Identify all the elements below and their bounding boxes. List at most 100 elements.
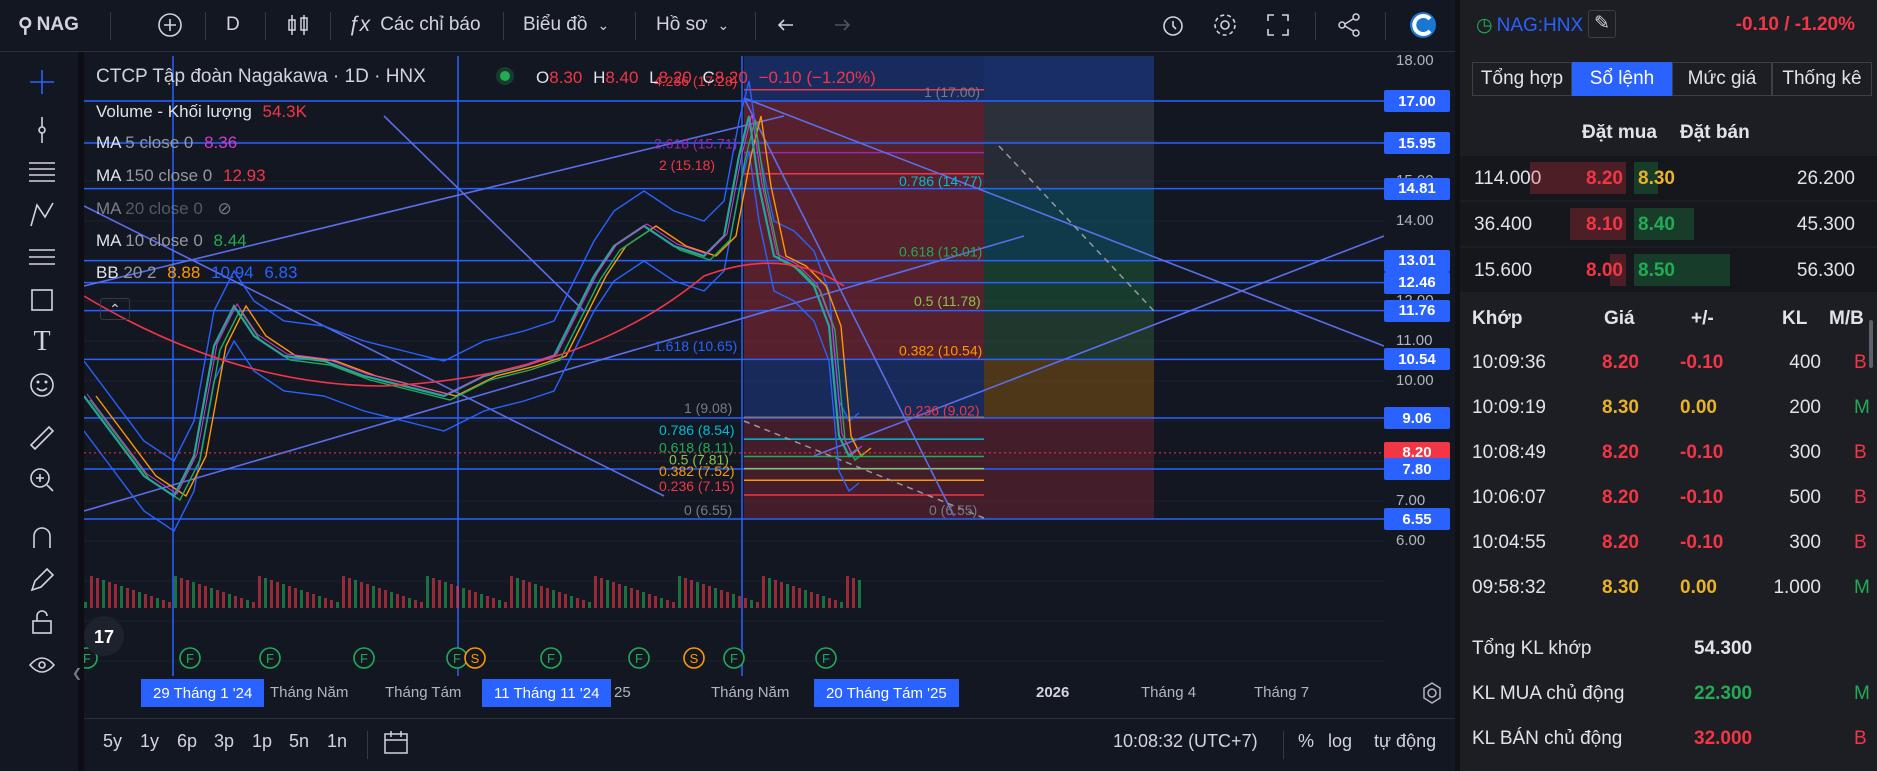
redo-button[interactable]: [826, 0, 852, 50]
summary-label: KL BÁN chủ động: [1472, 728, 1623, 749]
range-1d-button[interactable]: 1n: [327, 731, 347, 752]
volume-bar: [90, 576, 93, 608]
ohlc-low: 8.20: [658, 68, 692, 87]
volume-bar: [210, 588, 213, 608]
fullscreen-button[interactable]: [1265, 0, 1291, 50]
indicator-legend-ma5[interactable]: MA 5 close 0 8.36: [96, 133, 237, 153]
tab-summary[interactable]: Tổng hợp: [1472, 62, 1572, 96]
chart-plot-area[interactable]: 4.236 (17.28) 2.618 (15.71) 2 (15.18) 1.618…: [84, 56, 1384, 676]
volume-bar: [486, 596, 489, 608]
ask-price[interactable]: 8.30: [1638, 168, 1675, 190]
ask-price[interactable]: 8.40: [1638, 214, 1675, 236]
prediction-tool[interactable]: [24, 239, 60, 275]
time-tick: 2026: [1036, 684, 1070, 701]
indicator-legend-ma20-hidden[interactable]: MA 20 close 0 ⊘: [96, 199, 232, 219]
date-range-button[interactable]: [382, 729, 412, 762]
chart-type-button[interactable]: [286, 0, 310, 50]
volume-bar: [810, 592, 813, 608]
edit-button[interactable]: ✎: [1588, 10, 1616, 38]
bid-volume: 36.400: [1474, 214, 1533, 235]
range-5d-button[interactable]: 5n: [289, 731, 309, 752]
panel-symbol[interactable]: ◷ NAG:HNX: [1476, 14, 1583, 37]
volume-bar: [804, 590, 807, 608]
eye-off-icon[interactable]: ⊘: [218, 199, 232, 218]
fib-zone: [984, 56, 1154, 101]
fib-zone: [984, 359, 1154, 418]
volume-bar: [642, 592, 645, 608]
trend-line-tool[interactable]: [24, 112, 60, 148]
collapse-legend-button[interactable]: ⌃: [100, 298, 130, 320]
fib-zone: [984, 101, 1154, 143]
pattern-icon: [30, 202, 54, 227]
measure-tool[interactable]: [24, 420, 60, 456]
range-6m-button[interactable]: 6p: [177, 731, 197, 752]
candles-icon: [288, 15, 308, 35]
volume-bar: [462, 588, 465, 608]
volume-bar: [846, 576, 849, 608]
volume-bar: [474, 592, 477, 608]
interval-button[interactable]: D: [226, 0, 240, 50]
auto-scale-toggle[interactable]: tự động: [1374, 731, 1436, 752]
indicator-params: 150 close 0: [125, 166, 213, 185]
profile-menu-button[interactable]: Hồ sơ ⌄: [656, 0, 729, 50]
bid-price[interactable]: 8.10: [1586, 214, 1623, 236]
text-tool[interactable]: T: [24, 324, 60, 360]
ohlc-open: 8.30: [549, 68, 583, 87]
chart-menu-button[interactable]: Biểu đồ ⌄: [523, 0, 609, 50]
gear-icon: [1214, 14, 1236, 36]
tab-price-levels[interactable]: Mức giá: [1672, 62, 1772, 96]
time-tick: Tháng 4: [1141, 684, 1197, 701]
indicator-legend-ma150[interactable]: MA 150 close 0 12.93: [96, 166, 266, 186]
ask-price[interactable]: 8.50: [1638, 260, 1675, 282]
percent-scale-toggle[interactable]: %: [1298, 731, 1314, 752]
crosshair-tool[interactable]: [24, 64, 60, 100]
clock-icon: ◷: [1476, 15, 1493, 36]
volume-bar: [222, 592, 225, 608]
tab-statistics[interactable]: Thống kê: [1772, 62, 1872, 96]
time-axis[interactable]: Tháng Năm Tháng Tám 25 Tháng Năm 2026 Th…: [84, 676, 1441, 710]
bid-price[interactable]: 8.20: [1586, 168, 1623, 190]
indicators-button[interactable]: ƒx Các chỉ báo: [348, 0, 481, 50]
axis-settings-button[interactable]: [1420, 681, 1444, 709]
pattern-tool[interactable]: [24, 197, 60, 233]
volume-bar: [708, 586, 711, 608]
alert-button[interactable]: [1160, 0, 1188, 50]
volume-bar: [360, 582, 363, 608]
trades-scrollbar[interactable]: [1869, 320, 1873, 368]
price-axis[interactable]: 18.0015.0014.0012.0011.0010.007.006.0017…: [1384, 52, 1455, 676]
indicator-legend-ma10[interactable]: MA 10 close 0 8.44: [96, 231, 247, 251]
trade-side: B: [1854, 352, 1867, 373]
range-3m-button[interactable]: 3p: [214, 731, 234, 752]
log-scale-toggle[interactable]: log: [1328, 731, 1352, 752]
range-5y-button[interactable]: 5y: [103, 731, 122, 752]
market-status-dot: [500, 71, 510, 81]
volume-bar: [552, 590, 555, 608]
stay-drawing-tool[interactable]: [24, 562, 60, 598]
volume-value: 54.3K: [262, 102, 307, 121]
tab-orderbook[interactable]: Sổ lệnh: [1572, 62, 1672, 96]
volume-bar: [276, 582, 279, 608]
range-1y-button[interactable]: 1y: [140, 731, 159, 752]
horizontal-lines-tool[interactable]: [24, 154, 60, 190]
volume-bar: [672, 602, 675, 608]
settings-button[interactable]: [1211, 0, 1239, 50]
compare-add-button[interactable]: [156, 0, 184, 50]
volume-legend[interactable]: Volume - Khối lượng 54.3K: [96, 102, 307, 122]
share-button[interactable]: [1336, 0, 1362, 50]
bid-price[interactable]: 8.00: [1586, 260, 1623, 282]
emoji-tool[interactable]: [24, 367, 60, 403]
alarm-clock-icon: [1163, 16, 1183, 36]
price-line-label: 6.55: [1384, 508, 1450, 530]
collapse-toolbar-button[interactable]: ❮: [72, 666, 84, 684]
symbol-search[interactable]: ⚲ NAG: [18, 0, 79, 50]
indicator-legend-bb[interactable]: BB 20 2 8.88 10.94 6.83: [96, 263, 297, 283]
magnet-tool[interactable]: [24, 520, 60, 556]
clock-timezone[interactable]: 10:08:32 (UTC+7): [1113, 731, 1258, 752]
shape-tool[interactable]: [24, 282, 60, 318]
zoom-tool[interactable]: [24, 462, 60, 498]
undo-button[interactable]: [776, 0, 802, 50]
lock-drawings-tool[interactable]: [24, 604, 60, 640]
hide-drawings-tool[interactable]: [24, 647, 60, 683]
volume-bar: [510, 576, 513, 608]
range-1m-button[interactable]: 1p: [252, 731, 272, 752]
